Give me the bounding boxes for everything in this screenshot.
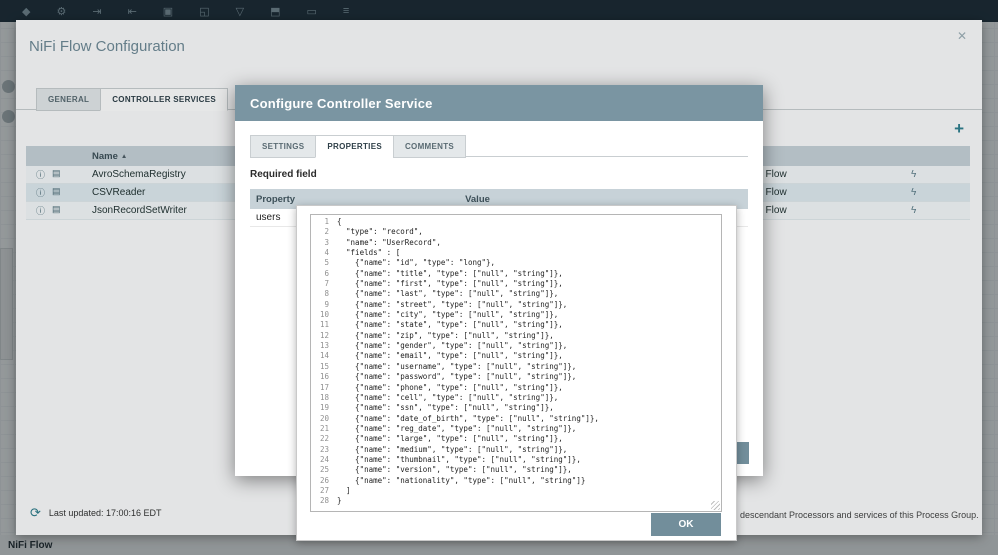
code-text: {"name": "version", "type": ["null", "st… <box>337 465 572 475</box>
code-text: {"name": "cell", "type": ["null", "strin… <box>337 393 558 403</box>
required-field-label: Required field <box>250 169 317 180</box>
code-text: "fields" : [ <box>337 248 400 258</box>
code-line: 25 {"name": "version", "type": ["null", … <box>311 465 721 475</box>
code-line: 17 {"name": "phone", "type": ["null", "s… <box>311 383 721 393</box>
tab-comments[interactable]: COMMENTS <box>393 135 466 158</box>
code-text: {"name": "id", "type": "long"}, <box>337 258 495 268</box>
code-text: {"name": "street", "type": ["null", "str… <box>337 300 567 310</box>
line-number: 15 <box>311 362 337 372</box>
line-number: 6 <box>311 269 337 279</box>
line-number: 16 <box>311 372 337 382</box>
line-number: 17 <box>311 383 337 393</box>
code-line: 1{ <box>311 217 721 227</box>
code-line: 20 {"name": "date_of_birth", "type": ["n… <box>311 414 721 424</box>
code-line: 7 {"name": "first", "type": ["null", "st… <box>311 279 721 289</box>
code-text: {"name": "large", "type": ["null", "stri… <box>337 434 563 444</box>
code-text: {"name": "date_of_birth", "type": ["null… <box>337 414 599 424</box>
modal-header: Configure Controller Service <box>235 85 763 121</box>
line-number: 2 <box>311 227 337 237</box>
tab-settings[interactable]: SETTINGS <box>250 135 315 158</box>
code-line: 28} <box>311 496 721 506</box>
code-line: 8 {"name": "last", "type": ["null", "str… <box>311 289 721 299</box>
line-number: 23 <box>311 445 337 455</box>
editor-ok-button[interactable]: OK <box>651 513 721 536</box>
line-number: 1 <box>311 217 337 227</box>
code-text: {"name": "password", "type": ["null", "s… <box>337 372 576 382</box>
code-line: 26 {"name": "nationality", "type": ["nul… <box>311 476 721 486</box>
code-text: {"name": "username", "type": ["null", "s… <box>337 362 576 372</box>
line-number: 4 <box>311 248 337 258</box>
line-number: 14 <box>311 351 337 361</box>
code-text: {"name": "zip", "type": ["null", "string… <box>337 331 554 341</box>
nifi-application: ◆⚙⇥⇤▣◱▽⬒▭≡ NiFi Flow NiFi Flow Configura… <box>0 0 998 555</box>
line-number: 9 <box>311 300 337 310</box>
code-line: 24 {"name": "thumbnail", "type": ["null"… <box>311 455 721 465</box>
column-header-value: Value <box>465 194 490 205</box>
code-line: 13 {"name": "gender", "type": ["null", "… <box>311 341 721 351</box>
resize-grip-icon[interactable] <box>711 501 720 510</box>
line-number: 12 <box>311 331 337 341</box>
code-text: {"name": "nationality", "type": ["null",… <box>337 476 585 486</box>
code-line: 21 {"name": "reg_date", "type": ["null",… <box>311 424 721 434</box>
code-line: 9 {"name": "street", "type": ["null", "s… <box>311 300 721 310</box>
code-text: {"name": "reg_date", "type": ["null", "s… <box>337 424 576 434</box>
code-text: {"name": "title", "type": ["null", "stri… <box>337 269 563 279</box>
line-number: 25 <box>311 465 337 475</box>
line-number: 18 <box>311 393 337 403</box>
code-line: 10 {"name": "city", "type": ["null", "st… <box>311 310 721 320</box>
value-textarea[interactable]: 1{ 2 "type": "record", 3 "name": "UserRe… <box>310 214 722 512</box>
property-name: users <box>256 212 280 223</box>
code-text: {"name": "thumbnail", "type": ["null", "… <box>337 455 581 465</box>
code-text: {"name": "last", "type": ["null", "strin… <box>337 289 558 299</box>
line-number: 11 <box>311 320 337 330</box>
line-number: 26 <box>311 476 337 486</box>
line-number: 19 <box>311 403 337 413</box>
code-line: 16 {"name": "password", "type": ["null",… <box>311 372 721 382</box>
code-text: {"name": "email", "type": ["null", "stri… <box>337 351 563 361</box>
line-number: 28 <box>311 496 337 506</box>
line-number: 7 <box>311 279 337 289</box>
code-line: 5 {"name": "id", "type": "long"}, <box>311 258 721 268</box>
code-text: "name": "UserRecord", <box>337 238 441 248</box>
code-line: 3 "name": "UserRecord", <box>311 238 721 248</box>
code-line: 6 {"name": "title", "type": ["null", "st… <box>311 269 721 279</box>
line-number: 10 <box>311 310 337 320</box>
line-number: 13 <box>311 341 337 351</box>
column-header-property: Property <box>256 194 295 205</box>
line-number: 8 <box>311 289 337 299</box>
code-line: 19 {"name": "ssn", "type": ["null", "str… <box>311 403 721 413</box>
code-text: ] <box>337 486 351 496</box>
code-text: { <box>337 217 342 227</box>
code-line: 15 {"name": "username", "type": ["null",… <box>311 362 721 372</box>
code-text: {"name": "medium", "type": ["null", "str… <box>337 445 567 455</box>
line-number: 24 <box>311 455 337 465</box>
code-text: "type": "record", <box>337 227 423 237</box>
code-line: 4 "fields" : [ <box>311 248 721 258</box>
line-number: 27 <box>311 486 337 496</box>
code-line: 22 {"name": "large", "type": ["null", "s… <box>311 434 721 444</box>
line-number: 20 <box>311 414 337 424</box>
line-number: 21 <box>311 424 337 434</box>
line-number: 3 <box>311 238 337 248</box>
code-line: 12 {"name": "zip", "type": ["null", "str… <box>311 331 721 341</box>
code-text: {"name": "first", "type": ["null", "stri… <box>337 279 563 289</box>
code-line: 2 "type": "record", <box>311 227 721 237</box>
line-number: 5 <box>311 258 337 268</box>
code-text: {"name": "city", "type": ["null", "strin… <box>337 310 558 320</box>
code-text: {"name": "state", "type": ["null", "stri… <box>337 320 563 330</box>
modal-title: Configure Controller Service <box>250 96 433 111</box>
code-line: 18 {"name": "cell", "type": ["null", "st… <box>311 393 721 403</box>
code-line: 11 {"name": "state", "type": ["null", "s… <box>311 320 721 330</box>
code-line: 23 {"name": "medium", "type": ["null", "… <box>311 445 721 455</box>
property-value-editor: 1{ 2 "type": "record", 3 "name": "UserRe… <box>296 205 737 541</box>
code-line: 27 ] <box>311 486 721 496</box>
code-text: {"name": "phone", "type": ["null", "stri… <box>337 383 563 393</box>
code-text: {"name": "ssn", "type": ["null", "string… <box>337 403 554 413</box>
line-number: 22 <box>311 434 337 444</box>
tab-properties[interactable]: PROPERTIES <box>315 135 393 158</box>
code-text: } <box>337 496 342 506</box>
code-text: {"name": "gender", "type": ["null", "str… <box>337 341 567 351</box>
code-line: 14 {"name": "email", "type": ["null", "s… <box>311 351 721 361</box>
